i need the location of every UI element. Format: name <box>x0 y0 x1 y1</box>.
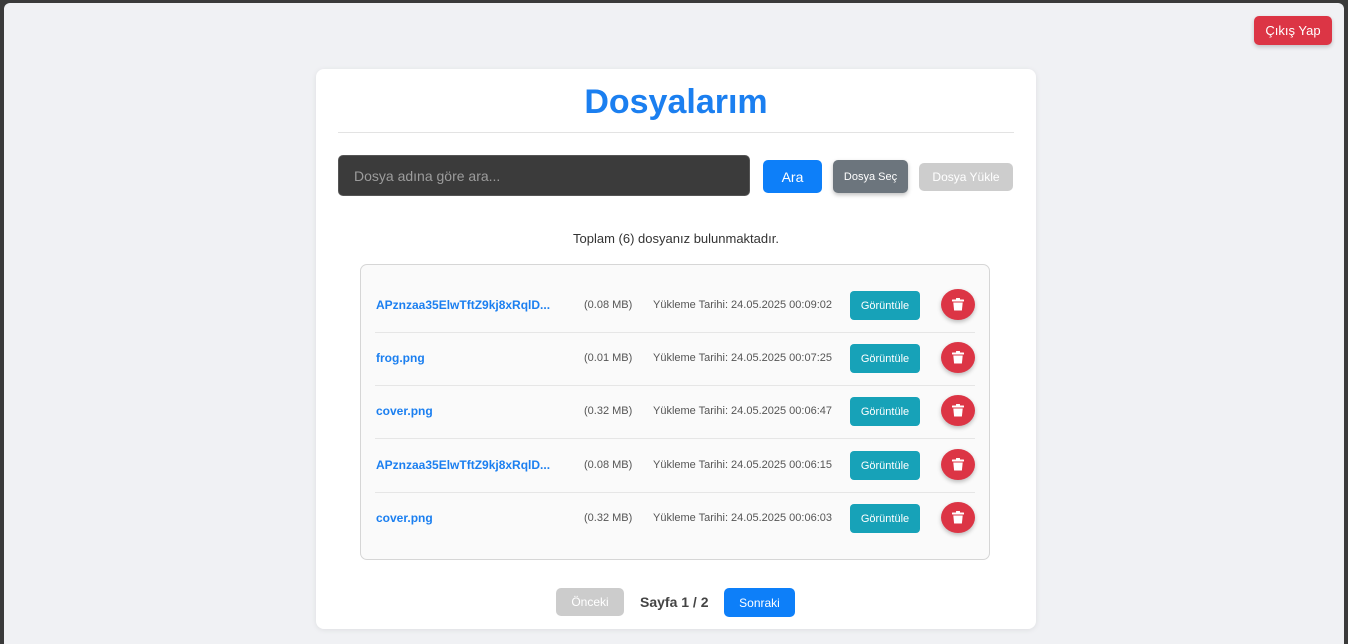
view-button[interactable]: Görüntüle <box>850 344 920 373</box>
file-name-link[interactable]: APznzaa35ElwTftZ9kj8xRqlD... <box>376 279 556 332</box>
file-row: APznzaa35ElwTftZ9kj8xRqlD... (0.08 MB) Y… <box>375 279 975 333</box>
file-size: (0.08 MB) <box>584 299 633 311</box>
view-button[interactable]: Görüntüle <box>850 397 920 426</box>
upload-date: Yükleme Tarihi: 24.05.2025 00:06:03 <box>653 512 832 524</box>
upload-button[interactable]: Dosya Yükle <box>919 163 1013 191</box>
total-files-text: Toplam (6) dosyanız bulunmaktadır. <box>573 231 779 246</box>
trash-icon <box>952 404 964 417</box>
delete-button[interactable] <box>941 502 975 533</box>
file-name-link[interactable]: cover.png <box>376 492 556 545</box>
file-size: (0.08 MB) <box>584 459 633 471</box>
file-name-link[interactable]: APznzaa35ElwTftZ9kj8xRqlD... <box>376 439 556 492</box>
upload-date: Yükleme Tarihi: 24.05.2025 00:06:47 <box>653 405 832 417</box>
next-page-button[interactable]: Sonraki <box>724 588 795 617</box>
file-row: cover.png (0.32 MB) Yükleme Tarihi: 24.0… <box>375 492 975 545</box>
delete-button[interactable] <box>941 289 975 320</box>
upload-date: Yükleme Tarihi: 24.05.2025 00:09:02 <box>653 299 832 311</box>
title-divider <box>338 132 1014 133</box>
view-button[interactable]: Görüntüle <box>850 504 920 533</box>
search-input[interactable] <box>338 155 750 196</box>
delete-button[interactable] <box>941 342 975 373</box>
file-row: frog.png (0.01 MB) Yükleme Tarihi: 24.05… <box>375 332 975 386</box>
file-name-link[interactable]: frog.png <box>376 332 556 385</box>
file-row: APznzaa35ElwTftZ9kj8xRqlD... (0.08 MB) Y… <box>375 439 975 493</box>
choose-file-button[interactable]: Dosya Seç <box>833 160 908 193</box>
trash-icon <box>952 351 964 364</box>
view-button[interactable]: Görüntüle <box>850 291 920 320</box>
file-list: APznzaa35ElwTftZ9kj8xRqlD... (0.08 MB) Y… <box>360 264 990 560</box>
previous-page-button[interactable]: Önceki <box>556 588 624 616</box>
upload-date: Yükleme Tarihi: 24.05.2025 00:07:25 <box>653 352 832 364</box>
page-indicator: Sayfa 1 / 2 <box>640 594 709 610</box>
files-card: Dosyalarım Ara Dosya Seç Dosya Yükle Top… <box>316 69 1036 629</box>
trash-icon <box>952 511 964 524</box>
file-size: (0.32 MB) <box>584 405 633 417</box>
page-title: Dosyalarım <box>584 83 768 121</box>
file-size: (0.01 MB) <box>584 352 633 364</box>
file-size: (0.32 MB) <box>584 512 633 524</box>
delete-button[interactable] <box>941 395 975 426</box>
upload-date: Yükleme Tarihi: 24.05.2025 00:06:15 <box>653 459 832 471</box>
trash-icon <box>952 458 964 471</box>
view-button[interactable]: Görüntüle <box>850 451 920 480</box>
trash-icon <box>952 298 964 311</box>
search-button[interactable]: Ara <box>763 160 822 193</box>
file-name-link[interactable]: cover.png <box>376 385 556 438</box>
file-row: cover.png (0.32 MB) Yükleme Tarihi: 24.0… <box>375 385 975 439</box>
logout-button[interactable]: Çıkış Yap <box>1254 16 1332 45</box>
delete-button[interactable] <box>941 449 975 480</box>
page: Çıkış Yap Dosyalarım Ara Dosya Seç Dosya… <box>4 3 1344 644</box>
